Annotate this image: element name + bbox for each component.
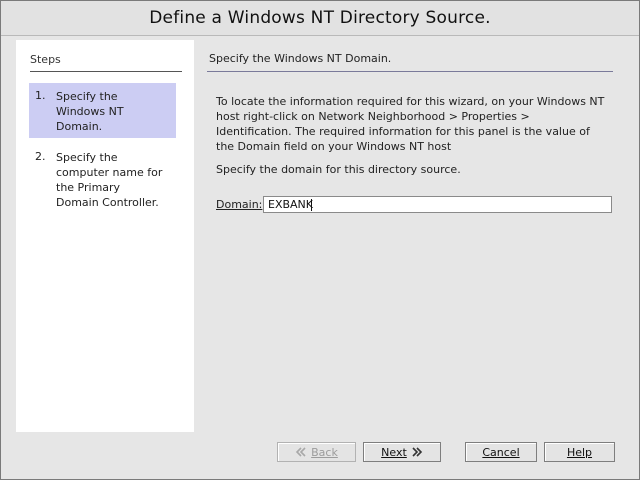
back-button[interactable]: Back [277,442,356,462]
domain-label-text: Domain: [216,198,263,211]
window-title: Define a Windows NT Directory Source. [149,8,491,28]
double-right-chevron-icon [412,447,422,457]
double-left-chevron-icon [296,447,306,457]
help-button[interactable]: Help [544,442,615,462]
next-button-label: Next [381,445,407,459]
step-number: 1. [35,89,46,102]
steps-divider [30,71,182,72]
steps-title: Steps [30,53,61,66]
step-label: Specify the computer name for the Primar… [56,151,163,209]
prompt-text: Specify the domain for this directory so… [216,163,461,176]
panel-divider [207,71,613,72]
step-item-pdc: 2. Specify the computer name for the Pri… [29,144,176,214]
back-button-label: Back [311,445,338,459]
cancel-button[interactable]: Cancel [465,442,537,462]
help-button-label: Help [566,445,593,459]
text-caret [311,199,312,211]
info-text: To locate the information required for t… [216,95,605,153]
domain-input[interactable] [263,196,612,213]
domain-label: Domain: [216,198,262,211]
title-bar: Define a Windows NT Directory Source. [1,1,639,36]
step-item-domain: 1. Specify the Windows NT Domain. [29,83,176,138]
steps-panel: Steps 1. Specify the Windows NT Domain. … [16,40,194,432]
cancel-button-label: Cancel [482,445,520,459]
step-label: Specify the Windows NT Domain. [56,90,124,133]
panel-title: Specify the Windows NT Domain. [209,52,392,65]
next-button[interactable]: Next [363,442,441,462]
wizard-window: Define a Windows NT Directory Source. St… [0,0,640,480]
step-number: 2. [35,150,46,163]
